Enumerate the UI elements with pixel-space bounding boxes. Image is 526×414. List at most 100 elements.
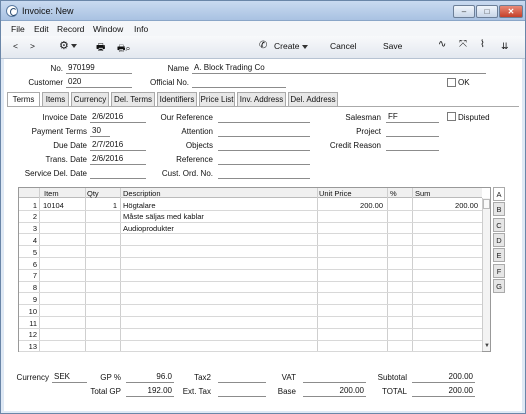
row-number: 10: [28, 306, 37, 316]
item-cell[interactable]: 10104: [43, 201, 83, 210]
menu-info[interactable]: Info: [134, 24, 148, 34]
col-qty-header[interactable]: Qty: [87, 189, 99, 198]
salesman-field[interactable]: FF: [386, 112, 439, 123]
col-description-header[interactable]: Description: [123, 189, 161, 198]
attachment-icon[interactable]: ⌇: [480, 39, 485, 50]
customer-field[interactable]: 020: [66, 77, 132, 88]
side-tab-c[interactable]: C: [493, 217, 505, 232]
maximize-button[interactable]: □: [476, 5, 498, 18]
reference-field[interactable]: [218, 154, 310, 165]
trans-date-label: Trans. Date: [45, 155, 88, 164]
tab-price-list[interactable]: Price List: [199, 92, 235, 106]
tab-currency[interactable]: Currency: [71, 92, 109, 106]
tab-inv-address[interactable]: Inv. Address: [237, 92, 286, 106]
print-preview-icon[interactable]: 🖶⌕: [117, 41, 131, 57]
title-bar[interactable]: Invoice: New – □ ✕: [1, 1, 525, 21]
create-button[interactable]: Create: [274, 41, 308, 51]
side-tab-e[interactable]: E: [493, 248, 505, 263]
official-no-field[interactable]: [192, 77, 286, 88]
scroll-thumb[interactable]: [483, 199, 490, 209]
project-field[interactable]: [386, 126, 439, 137]
tab-del-address[interactable]: Del. Address: [288, 92, 338, 106]
menu-record[interactable]: Record: [57, 24, 84, 34]
toolbar: < > ⚙ 🖶 🖶⌕ ✆ Create Cancel Save ∿ ⤧ ⌇ ⇊: [1, 36, 525, 59]
gear-icon[interactable]: ⚙: [59, 39, 77, 52]
invoice-date-field[interactable]: 2/6/2016: [90, 112, 146, 123]
our-reference-field[interactable]: [218, 112, 310, 123]
cust-ord-no-label: Cust. Ord. No.: [161, 169, 213, 178]
tab-del-terms[interactable]: Del. Terms: [111, 92, 155, 106]
grid-scrollbar[interactable]: ▼: [482, 198, 490, 351]
activity-icon[interactable]: ∿: [438, 39, 446, 50]
row-number: 12: [28, 330, 37, 340]
total-gp-field: 192.00: [126, 386, 174, 397]
print-icon[interactable]: 🖶: [96, 40, 105, 57]
app-icon[interactable]: [6, 5, 18, 17]
cust-ord-no-field[interactable]: [218, 168, 310, 179]
side-tab-a[interactable]: A: [493, 187, 505, 201]
menu-edit[interactable]: Edit: [34, 24, 49, 34]
create-label: Create: [274, 41, 300, 51]
row-divider: [19, 233, 482, 235]
col-unit-price-header[interactable]: Unit Price: [319, 189, 352, 198]
row-divider: [19, 316, 482, 317]
row-number: 1: [32, 200, 37, 210]
sum-cell[interactable]: 200.00: [414, 201, 478, 210]
credit-reason-field[interactable]: [386, 140, 439, 151]
row-divider: [19, 351, 482, 353]
tab-divider: [7, 106, 519, 107]
side-tab-f[interactable]: F: [493, 263, 505, 278]
disputed-checkbox[interactable]: [447, 112, 456, 121]
row-divider: [19, 245, 482, 247]
attention-label: Attention: [181, 127, 213, 136]
description-cell[interactable]: Högtalare: [123, 201, 313, 210]
no-field[interactable]: 970199: [66, 63, 132, 74]
menu-bar: File Edit Record Window Info: [1, 21, 525, 36]
name-field[interactable]: A. Block Trading Co: [192, 63, 486, 74]
ext-tax-field: [218, 386, 266, 397]
save-button[interactable]: Save: [383, 41, 402, 51]
tab-identifiers[interactable]: Identifiers: [157, 92, 197, 106]
reference-label: Reference: [176, 155, 213, 164]
row-number: 7: [32, 271, 37, 281]
row-number: 3: [32, 224, 37, 234]
unit-price-cell[interactable]: 200.00: [319, 201, 383, 210]
objects-field[interactable]: [218, 140, 310, 151]
due-date-field[interactable]: 2/7/2016: [90, 140, 146, 151]
next-record-icon[interactable]: >: [30, 41, 35, 51]
side-tab-d[interactable]: D: [493, 232, 505, 247]
attention-field[interactable]: [218, 126, 310, 137]
service-del-date-field[interactable]: [90, 168, 146, 179]
phone-icon[interactable]: ✆: [259, 40, 267, 51]
col-sum-header[interactable]: Sum: [415, 189, 430, 198]
description-cell[interactable]: Audioprodukter: [123, 224, 313, 233]
ok-checkbox[interactable]: [447, 78, 456, 87]
invoice-date-label: Invoice Date: [42, 113, 87, 122]
project-label: Project: [356, 127, 381, 136]
close-button[interactable]: ✕: [499, 5, 523, 18]
items-grid[interactable]: Item Qty Description Unit Price % Sum 11…: [18, 187, 491, 353]
tab-terms[interactable]: Terms: [7, 92, 40, 107]
row-divider: [19, 304, 482, 306]
scroll-down-icon[interactable]: ▼: [484, 343, 490, 349]
side-tab-g[interactable]: G: [493, 278, 505, 293]
cancel-button[interactable]: Cancel: [330, 41, 356, 51]
tab-items[interactable]: Items: [42, 92, 69, 106]
expand-icon[interactable]: ⤧: [459, 39, 467, 50]
row-number: 6: [32, 259, 37, 269]
col-percent-header[interactable]: %: [390, 189, 397, 198]
col-item-header[interactable]: Item: [44, 189, 59, 198]
row-number: 5: [32, 247, 37, 257]
qty-cell[interactable]: 1: [87, 201, 117, 210]
side-tab-b[interactable]: B: [493, 202, 505, 217]
name-label: Name: [167, 64, 189, 73]
total-gp-label: Total GP: [90, 387, 121, 396]
payment-terms-field[interactable]: 30: [90, 126, 110, 137]
trans-date-field[interactable]: 2/6/2016: [90, 154, 146, 165]
previous-record-icon[interactable]: <: [13, 41, 18, 51]
collapse-icon[interactable]: ⇊: [501, 41, 509, 52]
minimize-button[interactable]: –: [453, 5, 475, 18]
description-cell[interactable]: Måste säljas med kablar: [123, 212, 313, 221]
menu-window[interactable]: Window: [93, 24, 123, 34]
menu-file[interactable]: File: [11, 24, 25, 34]
